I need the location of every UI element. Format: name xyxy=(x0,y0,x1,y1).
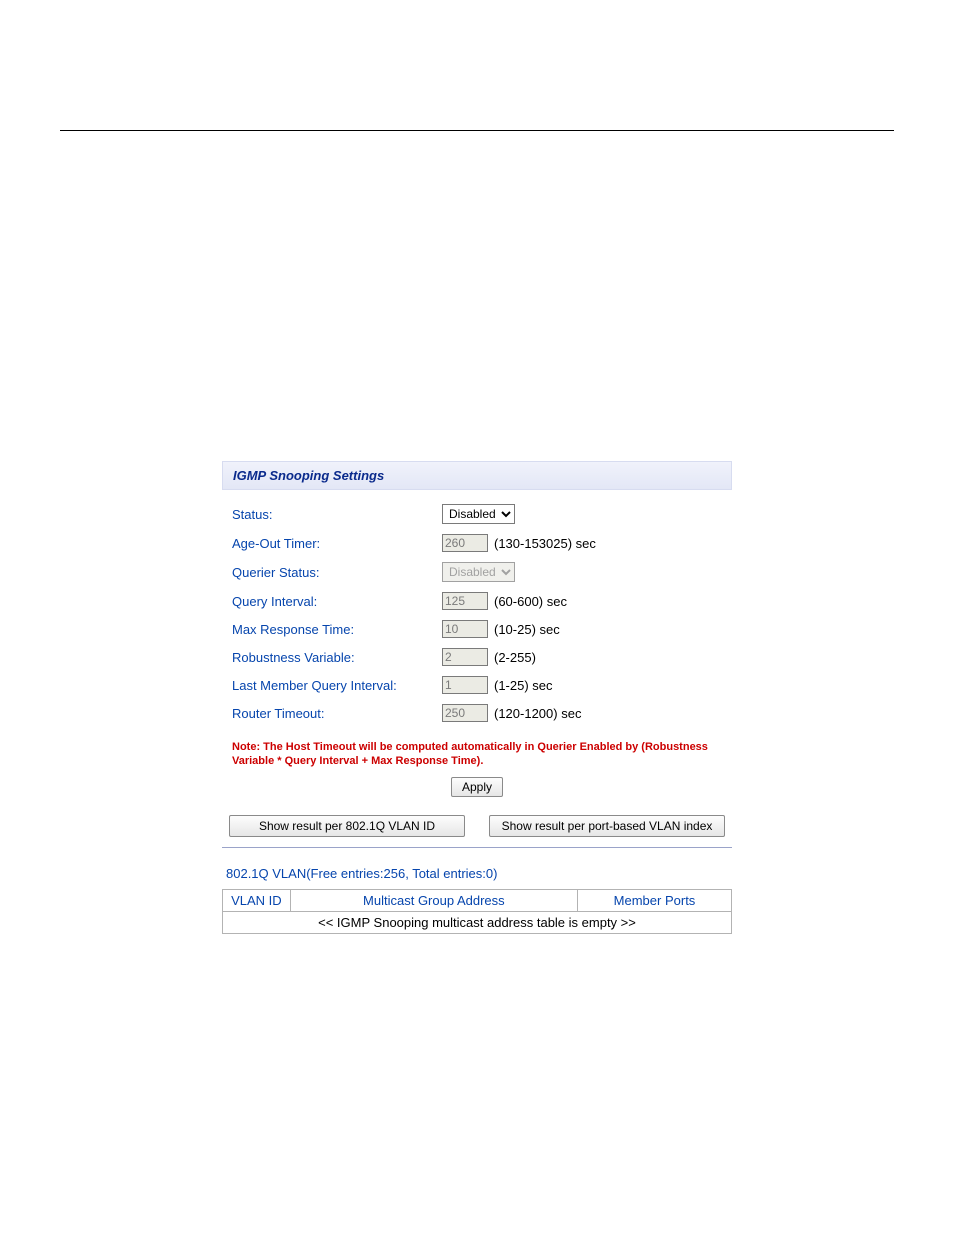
panel-title: IGMP Snooping Settings xyxy=(222,461,732,490)
row-query-interval: Query Interval: (60-600) sec xyxy=(232,592,722,610)
multicast-address-table: VLAN ID Multicast Group Address Member P… xyxy=(222,889,732,934)
label-status: Status: xyxy=(232,507,442,522)
label-query-interval: Query Interval: xyxy=(232,594,442,609)
label-max-response-time: Max Response Time: xyxy=(232,622,442,637)
last-member-qi-input[interactable] xyxy=(442,676,488,694)
row-age-out-timer: Age-Out Timer: (130-153025) sec xyxy=(232,534,722,552)
label-last-member-qi: Last Member Query Interval: xyxy=(232,678,442,693)
col-vlan-id: VLAN ID xyxy=(223,889,291,911)
router-timeout-input[interactable] xyxy=(442,704,488,722)
label-router-timeout: Router Timeout: xyxy=(232,706,442,721)
suffix-age-out-timer: (130-153025) sec xyxy=(494,536,596,551)
settings-form: Status: Disabled Age-Out Timer: (130-153… xyxy=(222,490,732,736)
show-result-8021q-button[interactable]: Show result per 802.1Q VLAN ID xyxy=(229,815,465,837)
status-select[interactable]: Disabled xyxy=(442,504,515,524)
row-querier-status: Querier Status: Disabled xyxy=(232,562,722,582)
row-robustness-variable: Robustness Variable: (2-255) xyxy=(232,648,722,666)
igmp-snooping-panel: IGMP Snooping Settings Status: Disabled … xyxy=(222,461,732,934)
label-age-out-timer: Age-Out Timer: xyxy=(232,536,442,551)
querier-status-select: Disabled xyxy=(442,562,515,582)
row-router-timeout: Router Timeout: (120-1200) sec xyxy=(232,704,722,722)
max-response-time-input[interactable] xyxy=(442,620,488,638)
col-member-ports: Member Ports xyxy=(578,889,732,911)
empty-table-message: << IGMP Snooping multicast address table… xyxy=(223,911,732,933)
show-result-port-based-button[interactable]: Show result per port-based VLAN index xyxy=(489,815,725,837)
suffix-robustness-variable: (2-255) xyxy=(494,650,536,665)
host-timeout-note: Note: The Host Timeout will be computed … xyxy=(232,740,722,769)
col-multicast-group-address: Multicast Group Address xyxy=(290,889,577,911)
label-robustness-variable: Robustness Variable: xyxy=(232,650,442,665)
row-last-member-qi: Last Member Query Interval: (1-25) sec xyxy=(232,676,722,694)
apply-button[interactable]: Apply xyxy=(451,777,503,797)
vlan-section-subtitle: 802.1Q VLAN(Free entries:256, Total entr… xyxy=(226,866,732,881)
row-max-response-time: Max Response Time: (10-25) sec xyxy=(232,620,722,638)
query-interval-input[interactable] xyxy=(442,592,488,610)
robustness-variable-input[interactable] xyxy=(442,648,488,666)
page-divider xyxy=(60,130,894,131)
age-out-timer-input[interactable] xyxy=(442,534,488,552)
suffix-max-response-time: (10-25) sec xyxy=(494,622,560,637)
label-querier-status: Querier Status: xyxy=(232,565,442,580)
table-row-empty: << IGMP Snooping multicast address table… xyxy=(223,911,732,933)
suffix-router-timeout: (120-1200) sec xyxy=(494,706,581,721)
suffix-last-member-qi: (1-25) sec xyxy=(494,678,553,693)
row-status: Status: Disabled xyxy=(232,504,722,524)
suffix-query-interval: (60-600) sec xyxy=(494,594,567,609)
